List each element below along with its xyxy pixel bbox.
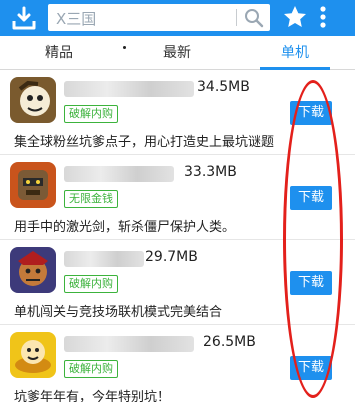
feature-badge: 破解内购 (64, 275, 118, 293)
download-button[interactable]: 下载 (290, 271, 332, 295)
search-icon[interactable] (244, 8, 264, 28)
download-button[interactable]: 下载 (290, 101, 332, 125)
app-description: 集全球粉丝坑爹点子，用心打造史上最坑谜题 (14, 135, 275, 150)
more-menu-icon[interactable] (318, 4, 328, 32)
app-description: 坑爹年年有，今年特别坑！ (14, 390, 171, 402)
tab-newest[interactable]: 最新 (118, 36, 236, 70)
gold-ingot-character-icon (10, 332, 56, 378)
top-bar: X三国 (0, 0, 355, 36)
feature-badge: 破解内购 (64, 105, 118, 123)
app-title-blurred (64, 81, 194, 97)
app-description: 单机闯关与竞技场联机模式完美结合 (14, 305, 223, 320)
robot-warrior-icon (10, 162, 56, 208)
list-item[interactable]: 26.5MB 破解内购 坑爹年年有，今年特别坑！ 下载 (0, 326, 355, 402)
list-item[interactable]: 34.5MB 破解内购 集全球粉丝坑爹点子，用心打造史上最坑谜题 下载 (0, 71, 355, 155)
app-size: 29.7MB (145, 249, 198, 265)
search-input[interactable]: X三国 (56, 8, 96, 29)
feature-badge: 无限金钱 (64, 190, 118, 208)
category-tabs: 精品 最新 单机 (0, 36, 355, 70)
search-box[interactable]: X三国 (48, 4, 270, 31)
armored-warrior-icon (10, 247, 56, 293)
cartoon-face-icon (10, 77, 56, 123)
tab-single-player[interactable]: 单机 (236, 36, 354, 70)
search-divider (236, 9, 237, 26)
app-title-blurred (64, 336, 194, 352)
app-title-blurred (64, 166, 174, 182)
app-description: 用手中的激光剑，斩杀僵尸保护人类。 (14, 220, 236, 235)
app-size: 26.5MB (203, 334, 256, 350)
app-size: 33.3MB (184, 164, 237, 180)
download-button[interactable]: 下载 (290, 186, 332, 210)
download-button[interactable]: 下载 (290, 356, 332, 380)
list-item[interactable]: 29.7MB 破解内购 单机闯关与竞技场联机模式完美结合 下载 (0, 241, 355, 325)
app-title-blurred (64, 251, 144, 267)
decorative-dot (123, 46, 126, 49)
download-manager-icon[interactable] (10, 4, 38, 32)
list-item[interactable]: 33.3MB 无限金钱 用手中的激光剑，斩杀僵尸保护人类。 下载 (0, 156, 355, 240)
tab-featured[interactable]: 精品 (0, 36, 118, 70)
feature-badge: 破解内购 (64, 360, 118, 378)
app-size: 34.5MB (197, 79, 250, 95)
favorites-star-icon[interactable] (282, 4, 308, 30)
